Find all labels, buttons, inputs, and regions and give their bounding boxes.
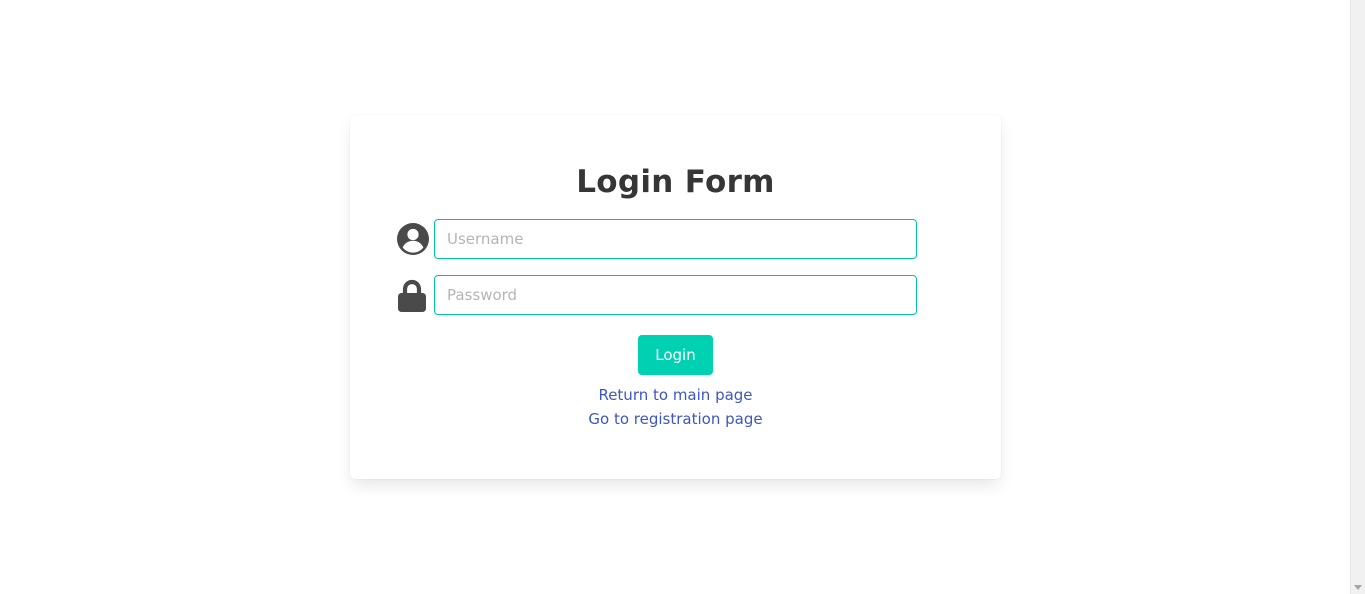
user-circle-icon xyxy=(396,219,430,259)
login-button[interactable]: Login xyxy=(638,335,713,375)
password-input[interactable] xyxy=(434,275,917,315)
navigation-links: Return to main page Go to registration p… xyxy=(350,383,1001,431)
username-row xyxy=(396,219,918,259)
login-card: Login Form Login Return to m xyxy=(350,115,1001,479)
vertical-scrollbar[interactable] xyxy=(1350,0,1365,594)
username-input[interactable] xyxy=(434,219,917,259)
main-page-link[interactable]: Return to main page xyxy=(350,383,1001,407)
page: Login Form Login Return to m xyxy=(0,0,1365,594)
page-title: Login Form xyxy=(576,164,775,200)
password-row xyxy=(396,275,918,315)
registration-page-link[interactable]: Go to registration page xyxy=(350,407,1001,431)
scroll-down-arrow-icon[interactable] xyxy=(1354,585,1362,590)
lock-icon xyxy=(396,275,430,315)
